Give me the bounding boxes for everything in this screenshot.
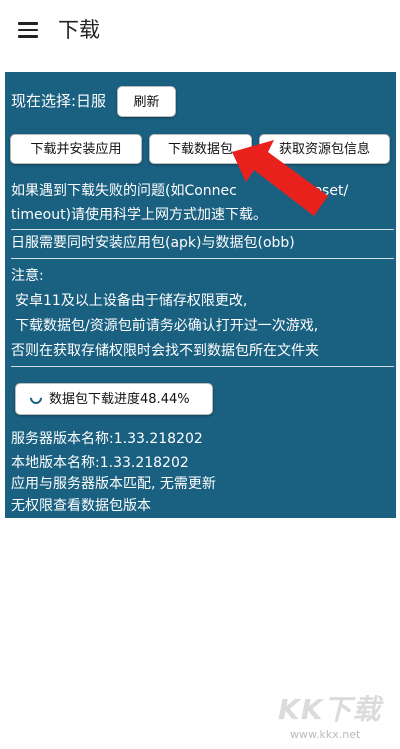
watermark-url: www.kkx.net xyxy=(290,728,361,741)
loading-spinner-icon xyxy=(27,389,45,407)
page-title: 下载 xyxy=(58,18,100,42)
local-version-text: 本地版本名称:1.33.218202 xyxy=(11,455,189,471)
attention-title: 注意: xyxy=(11,268,44,284)
download-notice-head: 如果遇到下载失败的问题(如Connec xyxy=(11,183,237,199)
divider xyxy=(11,366,394,367)
current-selection-label: 现在选择:日服 xyxy=(11,92,107,110)
progress-label: 数据包下载进度 xyxy=(49,392,141,407)
download-notice-line2: timeout)请使用科学上网方式加速下载。 xyxy=(11,207,268,223)
attention-line-3: 否则在获取存储权限时会找不到数据包所在文件夹 xyxy=(11,343,319,359)
brand-watermark: KK下载 xyxy=(278,693,382,726)
attention-line-2: 下载数据包/资源包前请务必确认打开过一次游戏, xyxy=(15,318,319,334)
refresh-button[interactable]: 刷新 xyxy=(117,86,176,117)
red-pointer-arrow-icon xyxy=(232,140,328,216)
hamburger-menu-icon[interactable] xyxy=(18,22,38,38)
progress-value: 48.44% xyxy=(140,392,190,407)
jp-requirement-text: 日服需要同时安装应用包(apk)与数据包(obb) xyxy=(11,235,295,251)
app-bar: 下载 xyxy=(0,0,400,62)
version-match-status: 应用与服务器版本匹配, 无需更新 xyxy=(11,476,216,492)
permission-status-text: 无权限查看数据包版本 xyxy=(11,498,151,514)
download-notice-line1: 如果遇到下载失败的问题(如Connec xyxy=(11,180,237,202)
attention-line-1: 安卓11及以上设备由于储存权限更改, xyxy=(15,293,248,309)
download-install-app-button[interactable]: 下载并安装应用 xyxy=(10,134,142,164)
download-progress-button[interactable]: 数据包下载进度48.44% xyxy=(15,383,213,415)
divider xyxy=(11,229,394,230)
server-version-text: 服务器版本名称:1.33.218202 xyxy=(11,431,203,447)
download-panel: 现在选择:日服 刷新 下载并安装应用 下载数据包 获取资源包信息 如果遇到下载失… xyxy=(5,72,396,518)
divider xyxy=(11,258,394,259)
